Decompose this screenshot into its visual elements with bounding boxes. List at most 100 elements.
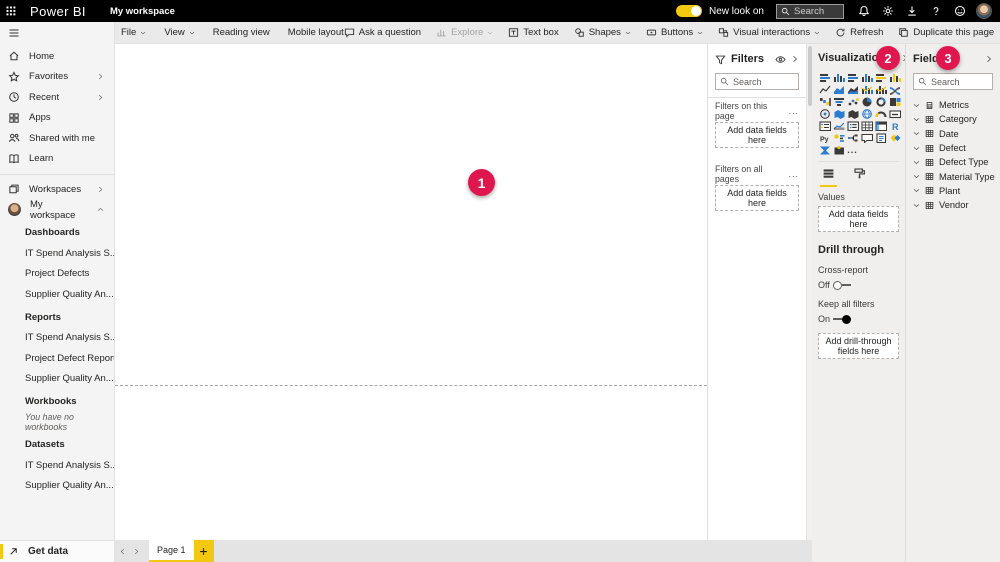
100-stacked-bar-chart-icon[interactable]: [874, 72, 887, 83]
sidebar-content-item[interactable]: IT Spend Analysis S...: [0, 328, 114, 349]
field-table-defect-type[interactable]: Defect Type: [913, 155, 993, 169]
more-options-icon[interactable]: ...: [789, 106, 799, 116]
chevron-down-icon[interactable]: [913, 159, 920, 166]
100-stacked-column-chart-icon[interactable]: [888, 72, 901, 83]
power-automate-visual-icon[interactable]: [818, 144, 831, 155]
waterfall-chart-icon[interactable]: [818, 96, 831, 107]
stacked-column-chart-icon[interactable]: [832, 72, 845, 83]
new-look-toggle[interactable]: [676, 5, 702, 17]
paint-roller-tab[interactable]: [851, 164, 868, 187]
collapse-filters-icon[interactable]: [791, 55, 799, 63]
fields-search-input[interactable]: [931, 77, 991, 87]
gauge-icon[interactable]: [874, 108, 887, 119]
field-table-vendor[interactable]: Vendor: [913, 198, 993, 212]
card-icon[interactable]: [888, 108, 901, 119]
fields-tab-tab[interactable]: [820, 164, 837, 187]
filters-search-box[interactable]: [715, 73, 799, 90]
chevron-down-icon[interactable]: [913, 145, 920, 152]
more-options-icon[interactable]: ...: [789, 169, 799, 179]
menu-item-explore[interactable]: Explore: [436, 27, 493, 38]
qa-visual-icon[interactable]: [860, 132, 873, 143]
sidebar-item-recent[interactable]: Recent: [0, 87, 114, 108]
keep-all-filters-toggle[interactable]: On: [818, 314, 899, 324]
menu-item-visual-interactions[interactable]: Visual interactions: [718, 27, 820, 38]
sidebar-content-item[interactable]: IT Spend Analysis S...: [0, 455, 114, 476]
field-table-date[interactable]: Date: [913, 127, 993, 141]
field-table-material-type[interactable]: Material Type: [913, 169, 993, 183]
bell-button[interactable]: [852, 0, 876, 22]
menu-item-refresh[interactable]: Refresh: [835, 27, 883, 38]
power-apps-visual-icon[interactable]: [888, 132, 901, 143]
field-table-category[interactable]: Category: [913, 112, 993, 126]
chevron-down-icon[interactable]: [913, 116, 920, 123]
paginated-report-icon[interactable]: [874, 132, 887, 143]
table-icon[interactable]: [860, 120, 873, 131]
add-page-button[interactable]: [194, 540, 214, 562]
python-visual-icon[interactable]: Py: [818, 132, 831, 143]
custom-visual-icon[interactable]: [832, 144, 845, 155]
user-avatar[interactable]: [976, 3, 992, 19]
get-data-button[interactable]: Get data: [0, 540, 114, 562]
kpi-icon[interactable]: [832, 120, 845, 131]
shape-map-icon[interactable]: [846, 108, 859, 119]
sidebar-content-item[interactable]: Project Defects: [0, 264, 114, 285]
menu-item-mobile-layout[interactable]: Mobile layout: [288, 27, 344, 38]
collapse-fields-icon[interactable]: [985, 55, 993, 63]
download-button[interactable]: [900, 0, 924, 22]
chevron-down-icon[interactable]: [913, 187, 920, 194]
ribbon-chart-icon[interactable]: [888, 84, 901, 95]
sidebar-content-item[interactable]: Supplier Quality An...: [0, 476, 114, 497]
report-canvas[interactable]: 1: [115, 44, 707, 540]
menu-item-file[interactable]: File: [121, 27, 146, 38]
global-search-input[interactable]: [794, 6, 840, 17]
app-logo[interactable]: Power BI: [30, 4, 86, 19]
next-page-icon[interactable]: [129, 540, 143, 562]
eye-icon[interactable]: [775, 54, 786, 65]
area-chart-icon[interactable]: [832, 84, 845, 95]
global-search-box[interactable]: [776, 4, 844, 19]
stacked-bar-chart-icon[interactable]: [818, 72, 831, 83]
sidebar-item-shared-with-me[interactable]: Shared with me: [0, 128, 114, 149]
filters-search-input[interactable]: [733, 77, 793, 87]
line-and-stacked-column-chart-icon[interactable]: [860, 84, 873, 95]
chevron-down-icon[interactable]: [913, 130, 920, 137]
chevron-down-icon[interactable]: [913, 102, 920, 109]
filter-drop-area[interactable]: Add data fields here: [715, 185, 799, 211]
arcgis-map-icon[interactable]: [860, 108, 873, 119]
field-table-defect[interactable]: Defect: [913, 141, 993, 155]
sidebar-item-learn[interactable]: Learn: [0, 149, 114, 170]
field-table-plant[interactable]: Plant: [913, 184, 993, 198]
drill-through-drop-area[interactable]: Add drill-through fields here: [818, 333, 899, 359]
filter-drop-area[interactable]: Add data fields here: [715, 122, 799, 148]
chevron-down-icon[interactable]: [913, 202, 920, 209]
more-visuals-icon[interactable]: ...: [846, 144, 859, 155]
menu-item-ask-a-question[interactable]: Ask a question: [344, 27, 421, 38]
cross-report-toggle[interactable]: Off: [818, 280, 899, 290]
menu-item-view[interactable]: View: [164, 27, 194, 38]
filled-map-icon[interactable]: [832, 108, 845, 119]
scatter-chart-icon[interactable]: [846, 96, 859, 107]
smiley-button[interactable]: [948, 0, 972, 22]
sidebar-content-item[interactable]: IT Spend Analysis S...: [0, 243, 114, 264]
page-tab[interactable]: Page 1: [149, 540, 194, 562]
menu-item-text-box[interactable]: Text box: [508, 27, 558, 38]
menu-item-duplicate-this-page[interactable]: Duplicate this page: [898, 27, 994, 38]
clustered-bar-chart-icon[interactable]: [846, 72, 859, 83]
chevron-down-icon[interactable]: [913, 173, 920, 180]
map-icon[interactable]: [818, 108, 831, 119]
previous-page-icon[interactable]: [115, 540, 129, 562]
sidebar-item-apps[interactable]: Apps: [0, 108, 114, 129]
multi-row-card-icon[interactable]: [818, 120, 831, 131]
sidebar-item-workspaces[interactable]: Workspaces: [0, 179, 114, 200]
sidebar-content-item[interactable]: Supplier Quality An...: [0, 284, 114, 305]
menu-item-shapes[interactable]: Shapes: [574, 27, 631, 38]
treemap-icon[interactable]: [888, 96, 901, 107]
sidebar-item-favorites[interactable]: Favorites: [0, 67, 114, 88]
field-table-metrics[interactable]: Metrics: [913, 98, 993, 112]
donut-chart-icon[interactable]: [874, 96, 887, 107]
sidebar-item-my-workspace[interactable]: My workspace: [0, 200, 114, 221]
r-script-visual-icon[interactable]: R: [888, 120, 901, 131]
sidebar-content-item[interactable]: Project Defect Report: [0, 348, 114, 369]
decomposition-tree-icon[interactable]: [846, 132, 859, 143]
app-launcher-icon[interactable]: [0, 0, 22, 22]
